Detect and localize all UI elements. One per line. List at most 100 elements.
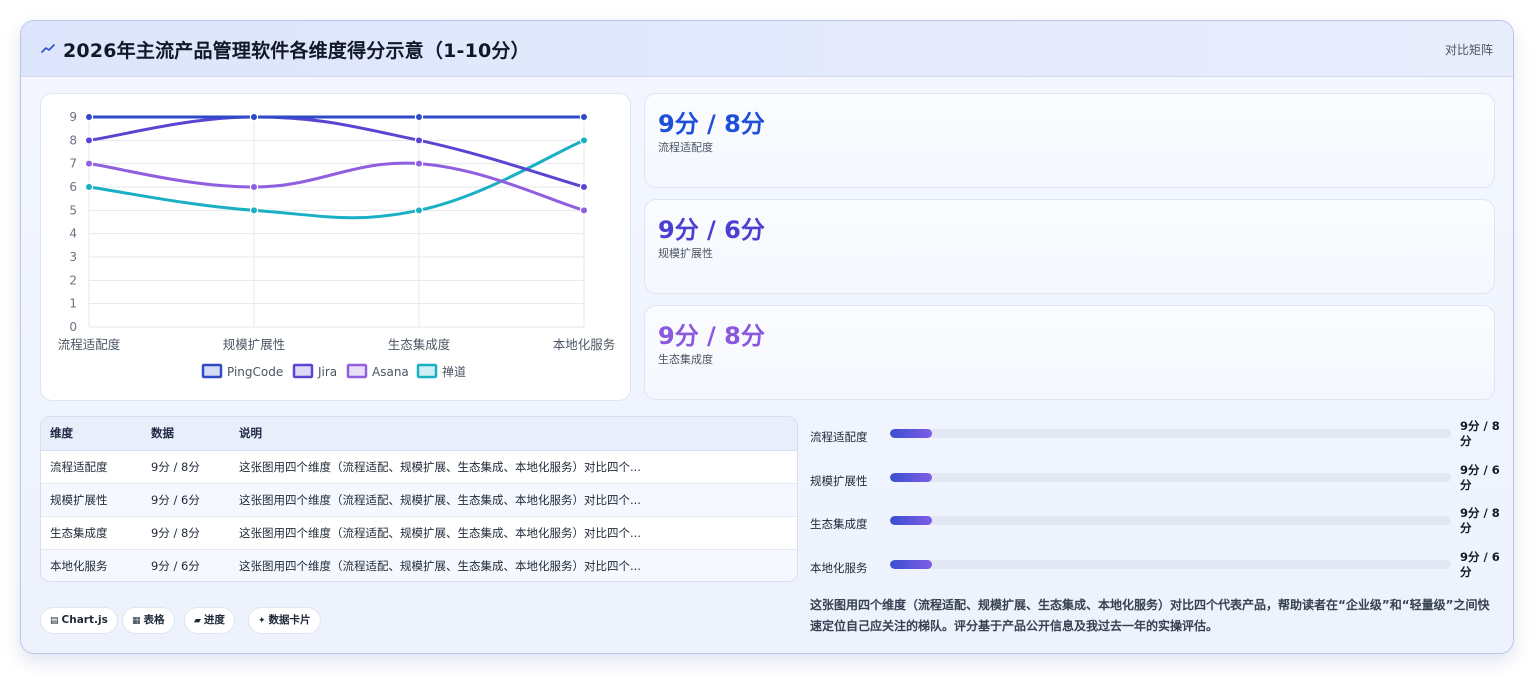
page-title: 2026年主流产品管理软件各维度得分示意（1-10分） — [63, 40, 530, 62]
table-cell: 9分 / 8分 — [142, 516, 230, 550]
x-tick-label: 本地化服务 — [553, 337, 616, 352]
x-tick-label: 流程适配度 — [58, 337, 121, 352]
x-tick-label: 生态集成度 — [388, 337, 451, 352]
table-icon: ▦ — [132, 616, 141, 626]
table-row: 生态集成度 9分 / 8分 这张图用四个维度（流程适配、规模扩展、生态集成、本地… — [41, 516, 797, 550]
table-cell: 这张图用四个维度（流程适配、规模扩展、生态集成、本地化服务）对比四个... — [230, 483, 797, 517]
progress-track — [890, 473, 1451, 482]
card-header: 2026年主流产品管理软件各维度得分示意（1-10分） 对比矩阵 — [21, 21, 1513, 77]
legend-label: Asana — [372, 365, 409, 379]
y-tick-label: 1 — [69, 297, 77, 311]
legend-label: PingCode — [227, 365, 283, 379]
data-point — [84, 112, 94, 122]
stat-card-ecosystem: 9分 / 8分 生态集成度 — [644, 305, 1495, 400]
table-cell: 9分 / 6分 — [142, 549, 230, 581]
data-point — [84, 182, 94, 192]
table-cell: 这张图用四个维度（流程适配、规模扩展、生态集成、本地化服务）对比四个... — [230, 516, 797, 550]
table-cell: 生态集成度 — [41, 516, 142, 550]
y-tick-label: 5 — [69, 203, 77, 217]
legend-swatch — [416, 363, 438, 379]
data-point — [579, 206, 589, 215]
data-point — [84, 136, 94, 145]
chart-line-icon — [41, 44, 55, 53]
tag-label: 数据卡片 — [268, 614, 311, 626]
data-point — [249, 182, 259, 192]
data-point — [579, 182, 589, 192]
progress-fill — [890, 429, 933, 438]
column-header: 数据 — [142, 417, 230, 451]
table-row: 流程适配度 9分 / 8分 这张图用四个维度（流程适配、规模扩展、生态集成、本地… — [41, 450, 797, 484]
y-tick-label: 0 — [69, 320, 77, 334]
stat-value: 9分 / 6分 — [658, 216, 765, 244]
progress-row: 规模扩展性 9分 / 6分 — [810, 463, 1500, 509]
progress-value: 9分 / 8分 — [1460, 419, 1500, 448]
progress-track — [890, 516, 1451, 525]
tag-table[interactable]: ▦ 表格 — [122, 607, 175, 634]
progress-track — [890, 560, 1451, 569]
y-tick-label: 9 — [69, 110, 77, 124]
tag-data-card[interactable]: ✦ 数据卡片 — [248, 607, 321, 634]
legend-swatch — [201, 363, 223, 379]
progress-track — [890, 429, 1451, 438]
progress-label: 流程适配度 — [810, 430, 868, 444]
data-point — [249, 112, 259, 122]
data-point — [249, 206, 259, 215]
x-tick-label: 规模扩展性 — [223, 337, 286, 352]
stat-value: 9分 / 8分 — [658, 110, 765, 138]
data-point — [414, 112, 424, 122]
progress-value: 9分 / 6分 — [1460, 463, 1500, 492]
tag-label: Chart.js — [61, 614, 108, 626]
line-chart-panel: 0 1 2 3 4 5 6 7 8 9 流程适配度 规模扩展性 生态集成度 本地化服务 PingCode Ji… — [40, 93, 631, 401]
comparison-matrix-link[interactable]: 对比矩阵 — [1445, 41, 1493, 58]
table-cell: 流程适配度 — [41, 450, 142, 484]
tag-label: 表格 — [143, 614, 165, 626]
legend-label: Jira — [317, 365, 337, 379]
table-cell: 规模扩展性 — [41, 483, 142, 517]
stat-card-process: 9分 / 8分 流程适配度 — [644, 93, 1495, 188]
progress-fill — [890, 560, 933, 569]
data-point — [414, 159, 424, 168]
tag-label: 进度 — [203, 614, 225, 626]
progress-fill — [890, 473, 933, 482]
table-cell: 9分 / 6分 — [142, 483, 230, 517]
y-tick-label: 6 — [69, 180, 77, 194]
progress-value: 9分 / 6分 — [1460, 550, 1500, 579]
progress-fill — [890, 516, 933, 525]
y-tick-label: 8 — [69, 133, 77, 147]
data-point — [84, 159, 94, 168]
data-point — [579, 112, 589, 122]
stat-label: 生态集成度 — [658, 353, 713, 366]
data-point — [579, 136, 589, 145]
score-table: 维度 数据 说明 流程适配度 9分 / 8分 这张图用四个维度（流程适配、规模扩… — [40, 416, 798, 582]
data-point — [414, 136, 424, 145]
progress-value: 9分 / 8分 — [1460, 506, 1500, 535]
progress-row: 本地化服务 9分 / 6分 — [810, 550, 1500, 596]
column-header: 说明 — [230, 417, 797, 451]
tag-chartjs[interactable]: ▤ Chart.js — [40, 607, 118, 634]
tag-progress[interactable]: ▰ 进度 — [184, 607, 235, 634]
stat-label: 流程适配度 — [658, 141, 713, 154]
chart-icon: ▤ — [50, 616, 59, 626]
column-header: 维度 — [41, 417, 142, 451]
progress-row: 生态集成度 9分 / 8分 — [810, 506, 1500, 552]
progress-label: 本地化服务 — [810, 561, 868, 575]
table-cell: 本地化服务 — [41, 549, 142, 581]
table-cell: 这张图用四个维度（流程适配、规模扩展、生态集成、本地化服务）对比四个... — [230, 450, 797, 484]
line-chart: 0 1 2 3 4 5 6 7 8 9 流程适配度 规模扩展性 生态集成度 本地化服务 PingCode Ji… — [58, 110, 616, 379]
progress-label: 生态集成度 — [810, 517, 868, 531]
description-note: 这张图用四个维度（流程适配、规模扩展、生态集成、本地化服务）对比四个代表产品，帮… — [810, 598, 1490, 633]
y-tick-label: 3 — [69, 250, 77, 264]
stat-value: 9分 / 8分 — [658, 322, 765, 350]
table-cell: 这张图用四个维度（流程适配、规模扩展、生态集成、本地化服务）对比四个... — [230, 549, 797, 581]
stat-label: 规模扩展性 — [658, 247, 713, 260]
y-tick-label: 7 — [69, 157, 77, 171]
sparkle-icon: ✦ — [258, 616, 266, 626]
progress-label: 规模扩展性 — [810, 474, 868, 488]
legend-swatch — [346, 363, 368, 379]
comparison-card: 2026年主流产品管理软件各维度得分示意（1-10分） 对比矩阵 0 1 2 3 4 5 6… — [20, 20, 1514, 654]
table-row: 本地化服务 9分 / 6分 这张图用四个维度（流程适配、规模扩展、生态集成、本地… — [41, 549, 797, 581]
y-tick-label: 4 — [69, 227, 77, 241]
y-tick-label: 2 — [69, 273, 77, 287]
table-cell: 9分 / 8分 — [142, 450, 230, 484]
data-point — [414, 206, 424, 215]
